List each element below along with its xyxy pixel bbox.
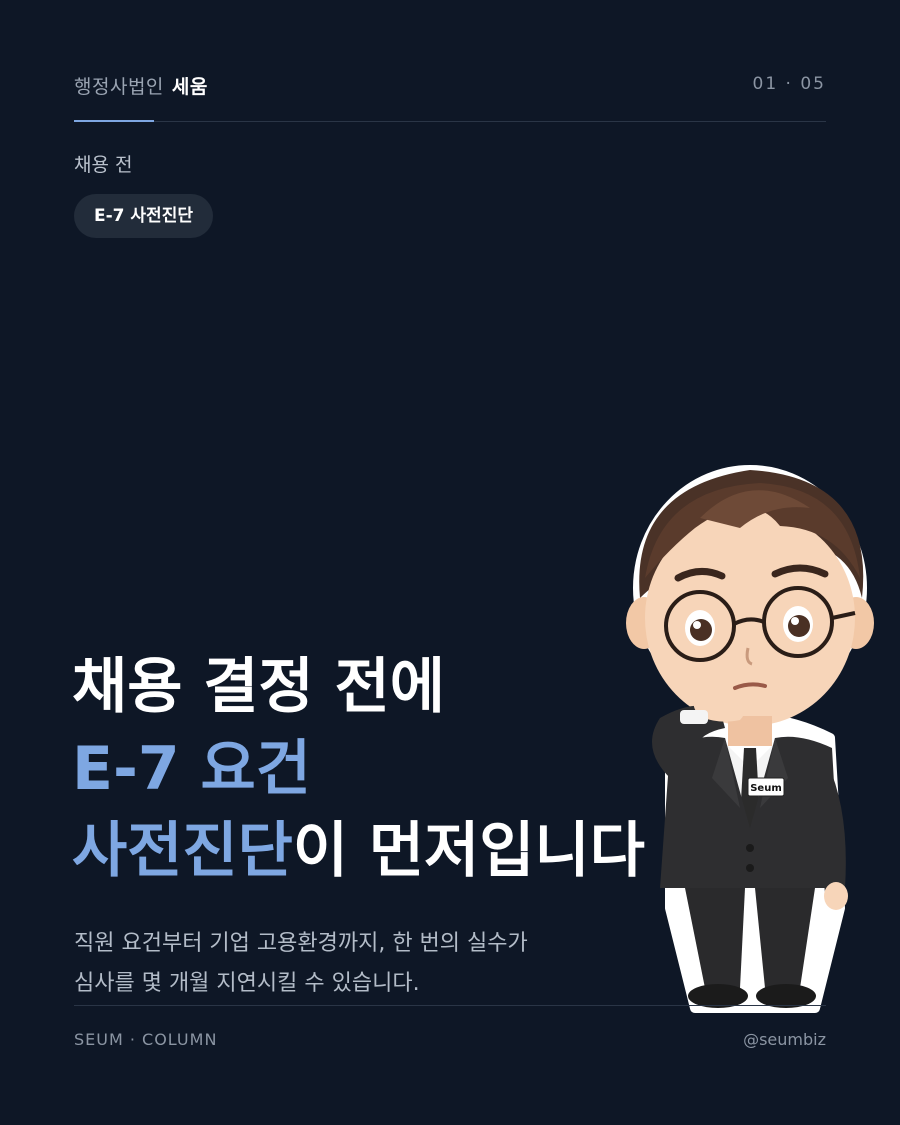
footer-handle: @seumbiz [743, 1030, 826, 1049]
header-divider-accent [74, 120, 154, 122]
brand-name: 세움 [171, 76, 208, 98]
card-news-page: 행정사법인 세움 01 · 05 채용 전 E-7 사전진단 Seum 채용 결… [0, 0, 900, 1125]
subtext-line-2: 심사를 몇 개월 지연시킬 수 있습니다. [74, 971, 420, 996]
footer-series-label: SEUM · COLUMN [74, 1030, 218, 1049]
character-name-badge: Seum [750, 783, 782, 794]
section-label: 채용 전 [74, 154, 133, 176]
lawyer-character-illustration: Seum [626, 465, 874, 1013]
brand-prefix: 행정사법인 [74, 76, 164, 98]
headline-line-3-rest: 이 먼저입니다 [292, 816, 645, 886]
headline-line-3: 사전진단이 먼저입니다 [72, 810, 645, 892]
headline-line-1: 채용 결정 전에 [72, 652, 445, 722]
headline: 채용 결정 전에 E-7 요건 사전진단이 먼저입니다 [72, 646, 645, 892]
subtext-line-1: 직원 요건부터 기업 고용환경까지, 한 번의 실수가 [74, 931, 528, 956]
headline-line-2: E-7 요건 [72, 734, 311, 804]
footer-divider [74, 1005, 826, 1006]
page-counter: 01 · 05 [752, 74, 826, 94]
headline-line-3-accent: 사전진단 [72, 816, 293, 886]
header-divider [74, 121, 826, 122]
topic-tag: E-7 사전진단 [74, 194, 213, 238]
brand-logo: 행정사법인 세움 [74, 72, 208, 99]
subtext: 직원 요건부터 기업 고용환경까지, 한 번의 실수가 심사를 몇 개월 지연시… [74, 924, 528, 1004]
